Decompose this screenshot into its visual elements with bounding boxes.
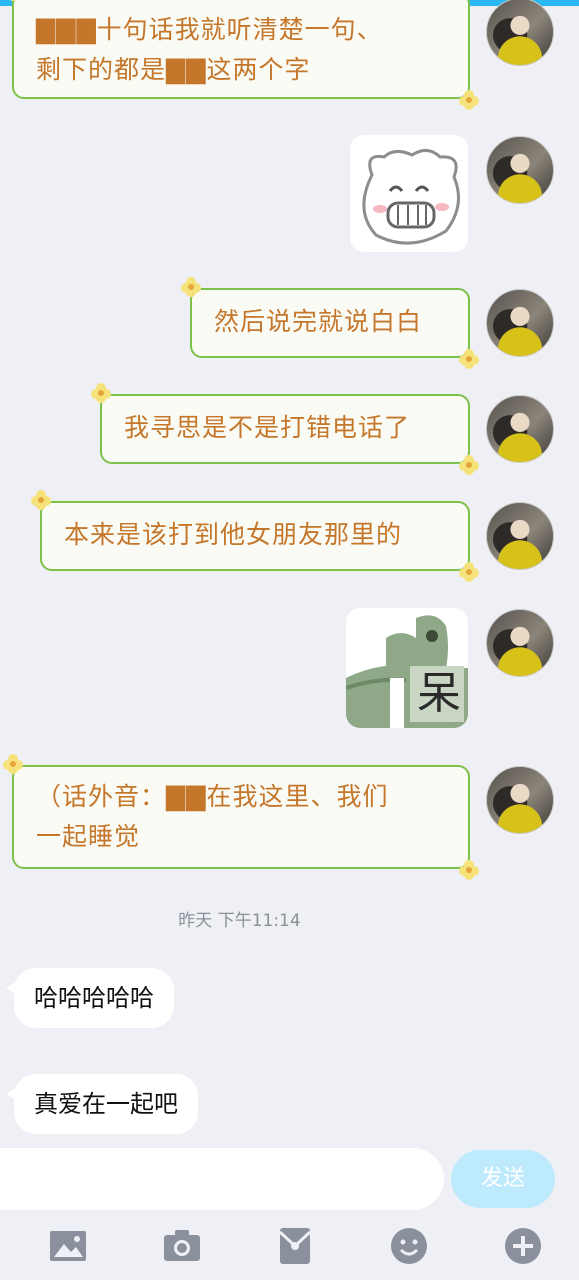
smiling-pig-sticker[interactable] (350, 135, 468, 252)
avatar[interactable] (486, 766, 554, 834)
flower-decoration-icon (90, 382, 112, 404)
avatar[interactable] (486, 502, 554, 570)
message-line: ▇▇▇十句话我就听清楚一句、 (36, 15, 383, 44)
sent-message-bubble[interactable]: （话外音：▇▇在我这里、我们 一起睡觉 (3, 754, 479, 880)
flower-decoration-icon (458, 348, 480, 370)
flower-decoration-icon (30, 489, 52, 511)
crocodile-dai-sticker[interactable]: 呆 (346, 608, 468, 728)
received-message-bubble[interactable]: 真爱在一起吧 (6, 1074, 198, 1134)
sticker-caption: 呆 (417, 668, 461, 719)
message-line: 然后说完就说白白 (214, 307, 423, 336)
message-line: 剩下的都是▇▇这两个字 (36, 55, 311, 84)
camera-icon[interactable] (162, 1226, 202, 1266)
flower-decoration-icon (458, 859, 480, 881)
message-line: 本来是该打到他女朋友那里的 (64, 520, 403, 549)
message-line: 一起睡觉 (36, 822, 141, 851)
flower-decoration-icon (180, 276, 202, 298)
sent-message-bubble[interactable]: 然后说完就说白白 (181, 277, 479, 369)
avatar[interactable] (486, 289, 554, 357)
avatar[interactable] (486, 136, 554, 204)
avatar[interactable] (486, 395, 554, 463)
flower-decoration-icon (2, 753, 24, 775)
message-line: （话外音：▇▇在我这里、我们 (36, 782, 389, 811)
emoji-icon[interactable] (389, 1226, 429, 1266)
input-toolbar (0, 1214, 579, 1280)
red-packet-icon[interactable] (275, 1226, 315, 1266)
sent-message-bubble[interactable]: 我寻思是不是打错电话了 (91, 383, 479, 475)
sent-message-bubble[interactable]: 本来是该打到他女朋友那里的 (31, 490, 479, 582)
message-input-row: 发送 (0, 1148, 579, 1210)
message-timestamp: 昨天 下午11:14 (178, 911, 301, 931)
send-button[interactable]: 发送 (451, 1150, 555, 1208)
flower-decoration-icon (2, 0, 24, 2)
image-icon[interactable] (48, 1226, 88, 1266)
flower-decoration-icon (458, 561, 480, 583)
avatar[interactable] (486, 0, 554, 66)
sent-message-bubble[interactable]: ▇▇▇十句话我就听清楚一句、 剩下的都是▇▇这两个字 (10, 0, 479, 110)
received-message-bubble[interactable]: 哈哈哈哈哈 (6, 968, 174, 1028)
avatar[interactable] (486, 609, 554, 677)
message-input[interactable] (0, 1148, 444, 1210)
flower-decoration-icon (458, 89, 480, 111)
message-line: 我寻思是不是打错电话了 (124, 413, 411, 442)
plus-icon[interactable] (503, 1226, 543, 1266)
flower-decoration-icon (458, 454, 480, 476)
